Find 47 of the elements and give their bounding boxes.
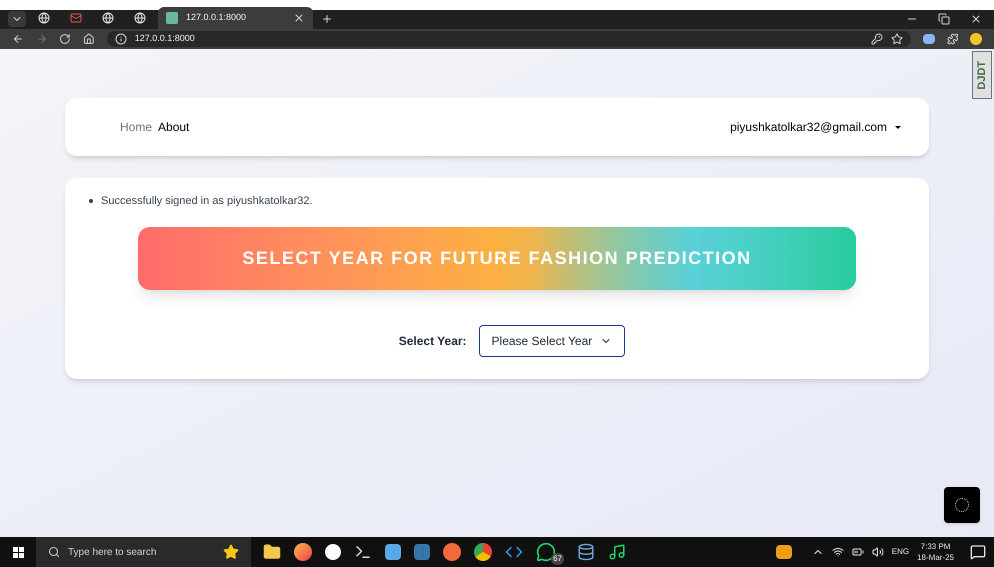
page-favicon-icon	[166, 12, 178, 24]
close-icon[interactable]	[293, 12, 305, 24]
puzzle-icon[interactable]	[946, 33, 958, 45]
tray-app-icon[interactable]	[776, 545, 792, 559]
success-message: Successfully signed in as piyushkatolkar32.	[101, 194, 313, 209]
tab-list-button[interactable]	[8, 11, 26, 27]
globe-icon	[38, 12, 50, 24]
extension-icon[interactable]	[922, 34, 935, 44]
year-label: Select Year:	[398, 332, 467, 350]
profile-avatar[interactable]	[970, 33, 982, 45]
debug-toolbar-handle[interactable]: DJDT	[972, 51, 992, 99]
folder-icon[interactable]	[263, 543, 281, 561]
user-menu[interactable]: piyushkatolkar32@gmail.com	[730, 118, 901, 136]
clock-time[interactable]: 7:33 PM	[920, 541, 950, 552]
year-select[interactable]: Please Select Year	[478, 324, 626, 356]
address-bar[interactable]: 127.0.0.1:8000	[106, 31, 911, 47]
search-icon	[48, 546, 60, 558]
new-tab-icon[interactable]	[321, 13, 333, 25]
clock-date[interactable]: 18-Mar-25	[917, 552, 954, 563]
volume-icon[interactable]	[872, 546, 884, 558]
notification-badge: 67	[551, 553, 564, 565]
globe-icon	[102, 12, 114, 24]
title-banner: SELECT YEAR FOR FUTURE FASHION PREDICTION	[138, 226, 856, 290]
info-icon[interactable]	[114, 33, 127, 45]
close-icon[interactable]	[970, 13, 982, 25]
nav-link[interactable]: About	[158, 118, 190, 136]
mail-icon	[70, 12, 82, 24]
bullet-icon	[89, 199, 93, 204]
home-icon[interactable]	[83, 33, 95, 45]
browser-app-icon[interactable]	[294, 543, 312, 561]
restore-icon[interactable]	[938, 13, 950, 25]
tab-title: 127.0.0.1:8000	[186, 11, 248, 24]
battery-icon[interactable]	[852, 546, 864, 558]
nav-link[interactable]: Home	[120, 118, 152, 136]
browser-tab[interactable]: 127.0.0.1:8000	[158, 7, 313, 29]
taskbar-search-field[interactable]: Type here to search	[36, 537, 251, 567]
key-icon[interactable]	[870, 33, 883, 45]
language-indicator[interactable]: ENG	[892, 546, 910, 558]
globe-icon	[134, 12, 146, 24]
back-icon[interactable]	[12, 33, 24, 45]
notifications-icon[interactable]	[970, 544, 986, 560]
floating-app-icon[interactable]	[944, 487, 980, 523]
terminal-icon[interactable]	[354, 543, 372, 561]
reload-icon[interactable]	[59, 33, 72, 45]
music-icon[interactable]	[608, 543, 626, 561]
star-icon[interactable]	[890, 33, 903, 45]
database-icon[interactable]	[577, 543, 595, 561]
